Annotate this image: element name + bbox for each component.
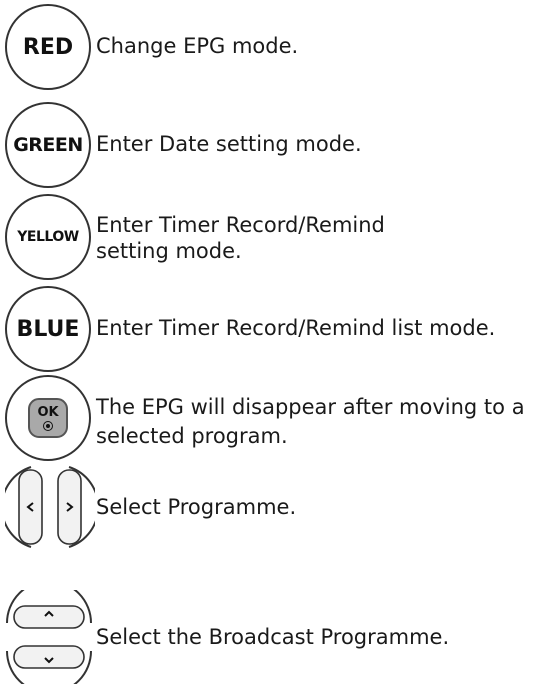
yellow-button-row: YELLOW Enter Timer Record/Remind setting…: [0, 194, 542, 280]
left-right-arrows-icon: [0, 466, 100, 548]
left-right-navigation-buttons[interactable]: [0, 462, 100, 552]
up-down-buttons-row: Select the Broadcast Programme.: [0, 580, 542, 688]
green-button[interactable]: GREEN: [5, 102, 91, 188]
red-button-row: RED Change EPG mode.: [0, 4, 542, 90]
yellow-button-label: YELLOW: [17, 229, 79, 245]
blue-button-row: BLUE Enter Timer Record/Remind list mode…: [0, 286, 542, 372]
green-button-row: GREEN Enter Date setting mode.: [0, 102, 542, 188]
left-right-buttons-row: Select Programme.: [0, 462, 542, 552]
ok-button-description: The EPG will disappear after moving to a…: [96, 395, 525, 448]
left-right-buttons-description: Select Programme.: [96, 495, 297, 519]
red-button[interactable]: RED: [5, 4, 91, 90]
green-button-label: GREEN: [13, 134, 83, 156]
green-button-description: Enter Date setting mode.: [96, 132, 362, 156]
up-down-arrows-icon: [6, 580, 92, 688]
blue-button-label: BLUE: [16, 316, 80, 342]
up-down-navigation-buttons[interactable]: [2, 580, 96, 688]
yellow-button[interactable]: YELLOW: [5, 194, 91, 280]
blue-button[interactable]: BLUE: [5, 286, 91, 372]
blue-button-description: Enter Timer Record/Remind list mode.: [96, 316, 496, 340]
up-down-buttons-description: Select the Broadcast Programme.: [96, 625, 450, 649]
red-button-label: RED: [22, 34, 74, 60]
ok-key: OK: [28, 398, 68, 438]
ok-dot-icon: [43, 420, 53, 431]
ok-button-row: OK The EPG will disappear after moving t…: [0, 375, 542, 461]
ok-button[interactable]: OK: [5, 375, 91, 461]
ok-key-label: OK: [37, 404, 59, 420]
yellow-button-description: Enter Timer Record/Remind setting mode.: [96, 213, 385, 263]
red-button-description: Change EPG mode.: [96, 34, 299, 58]
